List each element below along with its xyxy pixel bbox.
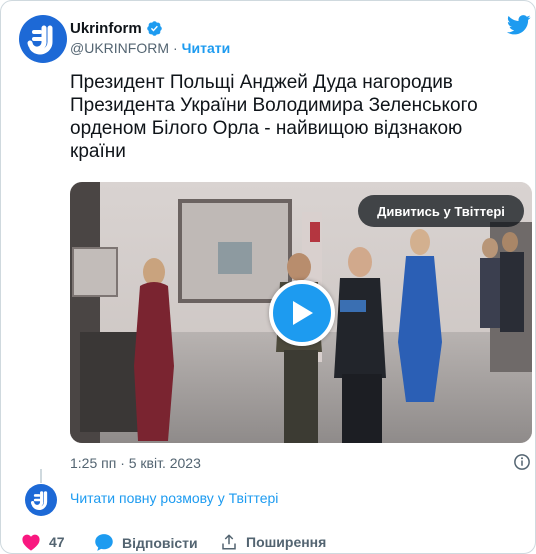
play-button[interactable] bbox=[269, 280, 335, 346]
read-full-conversation-link[interactable]: Читати повну розмову у Твіттері bbox=[70, 490, 278, 506]
reply-label: Відповісти bbox=[122, 534, 198, 551]
action-bar: 47 Відповісти Поширення bbox=[1, 527, 536, 554]
share-label: Поширення bbox=[246, 534, 327, 550]
handle-row: @UKRINFORM · Читати bbox=[70, 40, 230, 56]
author-name[interactable]: Ukrinform bbox=[70, 20, 142, 37]
verified-badge-icon bbox=[146, 20, 163, 37]
play-icon bbox=[293, 301, 313, 325]
reply-button[interactable]: Відповісти bbox=[94, 533, 198, 552]
author-name-row[interactable]: Ukrinform bbox=[70, 20, 163, 37]
author-avatar[interactable] bbox=[19, 15, 67, 63]
tweet-card: Ukrinform @UKRINFORM · Читати Президент … bbox=[0, 0, 536, 554]
follow-link[interactable]: Читати bbox=[182, 40, 231, 56]
like-button[interactable]: 47 bbox=[21, 533, 65, 551]
twitter-bird-icon[interactable] bbox=[506, 15, 531, 40]
heart-icon bbox=[22, 534, 40, 551]
share-icon bbox=[222, 534, 236, 550]
info-icon[interactable] bbox=[513, 453, 531, 476]
reply-bubble-icon bbox=[95, 534, 113, 551]
tweet-timestamp[interactable]: 1:25 пп · 5 квіт. 2023 bbox=[70, 455, 201, 471]
ukrinform-logo bbox=[27, 25, 53, 55]
ukrinform-logo-small bbox=[30, 491, 48, 511]
like-count: 47 bbox=[49, 534, 65, 550]
author-handle[interactable]: @UKRINFORM bbox=[70, 40, 169, 56]
thread-avatar[interactable] bbox=[25, 484, 57, 516]
tweet-text: Президент Польщі Анджей Дуда нагородив П… bbox=[70, 72, 478, 162]
share-button[interactable]: Поширення bbox=[220, 533, 326, 551]
thread-connector bbox=[40, 469, 42, 483]
handle-separator: · bbox=[172, 40, 178, 56]
watch-on-twitter-button[interactable]: Дивитись у Твіттері bbox=[358, 195, 524, 227]
